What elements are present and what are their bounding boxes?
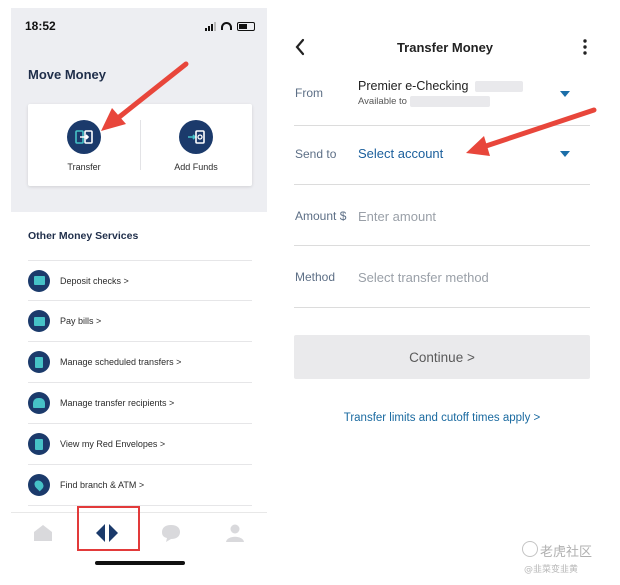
service-item-label: Deposit checks > — [60, 275, 129, 286]
from-available-wrap: Available to — [358, 96, 490, 107]
service-item-label: View my Red Envelopes > — [60, 439, 166, 449]
chevron-down-icon — [560, 151, 570, 157]
tab-move-money[interactable] — [87, 517, 127, 549]
tab-chat[interactable] — [151, 517, 191, 549]
chevron-left-icon — [295, 38, 305, 56]
back-button[interactable] — [292, 36, 310, 58]
add-funds-button[interactable]: Add Funds — [140, 104, 252, 186]
from-account-name: Premier e-Checking — [358, 79, 469, 93]
transfer-button[interactable]: Transfer — [28, 104, 140, 186]
from-label: From — [295, 86, 323, 100]
location-pin-icon — [28, 474, 50, 496]
send-to-label: Send to — [295, 147, 337, 161]
scheduled-transfers-icon — [28, 351, 50, 373]
service-item-red-envelopes[interactable]: View my Red Envelopes > — [28, 424, 252, 465]
method-label: Method — [295, 270, 336, 284]
more-vertical-icon — [583, 39, 587, 55]
service-item-find-branch-atm[interactable]: Find branch & ATM > — [28, 465, 252, 506]
other-services-list: Deposit checks > Pay bills > Manage sche… — [28, 260, 252, 506]
bottom-tab-bar — [11, 512, 267, 552]
watermark-main: 老虎社区 — [540, 545, 593, 560]
service-item-transfer-recipients[interactable]: Manage transfer recipients > — [28, 383, 252, 424]
watermark-sub: @韭菜变韭黄 — [524, 565, 579, 575]
nav-bar: Transfer Money — [280, 32, 610, 64]
amount-input[interactable]: Enter amount — [358, 209, 436, 224]
from-available-label: Available to — [358, 96, 407, 108]
send-to-field[interactable]: Send to Select account — [294, 126, 590, 185]
from-account-field[interactable]: From Premier e-Checking Available to — [294, 68, 590, 126]
tab-profile[interactable] — [215, 517, 255, 549]
add-funds-label: Add Funds — [174, 162, 218, 172]
amount-field[interactable]: Amount $ Enter amount — [294, 185, 590, 246]
home-icon — [34, 524, 52, 541]
service-item-label: Find branch & ATM > — [60, 480, 145, 490]
wifi-icon — [221, 22, 232, 30]
move-money-header-area: 18:52 Move Money Transfer Add Funds — [11, 8, 267, 212]
tab-home[interactable] — [23, 517, 63, 549]
watermark-logo-icon — [522, 541, 538, 557]
transfer-label: Transfer — [67, 162, 101, 172]
from-account-name-wrap: Premier e-Checking — [358, 79, 523, 93]
redacted-account-number — [474, 81, 523, 93]
transfer-icon — [67, 120, 101, 154]
continue-button[interactable]: Continue > — [294, 335, 590, 379]
cellular-signal-icon — [205, 21, 216, 31]
deposit-checks-icon — [28, 269, 50, 292]
method-field[interactable]: Method Select transfer method — [294, 246, 590, 308]
status-time: 18:52 — [25, 19, 56, 33]
page-title: Transfer Money — [396, 40, 494, 55]
red-envelope-icon — [28, 433, 50, 455]
service-item-deposit-checks[interactable]: Deposit checks > — [28, 260, 252, 301]
amount-label: Amount $ — [295, 209, 347, 223]
service-item-scheduled-transfers[interactable]: Manage scheduled transfers > — [28, 342, 252, 383]
move-money-icon — [96, 523, 118, 542]
service-item-label: Manage scheduled transfers > — [60, 357, 182, 367]
add-funds-icon — [179, 120, 213, 154]
send-to-value: Select account — [358, 146, 444, 161]
move-money-title: Move Money — [28, 67, 107, 82]
transfer-limits-link[interactable]: Transfer limits and cutoff times apply > — [294, 412, 590, 424]
redacted-available-balance — [409, 96, 490, 107]
watermark: 老虎社区 @韭菜变韭黄 — [520, 535, 615, 579]
method-select[interactable]: Select transfer method — [358, 270, 489, 285]
other-money-services-title: Other Money Services — [28, 230, 139, 242]
battery-icon — [237, 21, 255, 31]
service-item-label: Manage transfer recipients > — [60, 398, 175, 408]
chat-icon — [162, 524, 180, 542]
move-money-screen: 18:52 Move Money Transfer Add Funds Othe… — [11, 8, 267, 574]
move-money-card: Transfer Add Funds — [28, 104, 252, 186]
home-indicator — [95, 561, 185, 565]
status-icons — [205, 21, 255, 31]
transfer-money-screen: Transfer Money From Premier e-Checking A… — [280, 8, 610, 468]
status-bar: 18:52 — [11, 8, 267, 44]
service-item-label: Pay bills > — [60, 316, 102, 326]
recipients-icon — [28, 392, 50, 414]
profile-icon — [226, 524, 244, 542]
chevron-down-icon — [560, 91, 570, 97]
service-item-pay-bills[interactable]: Pay bills > — [28, 301, 252, 342]
more-options-button[interactable] — [578, 36, 592, 58]
pay-bills-icon — [28, 310, 50, 332]
